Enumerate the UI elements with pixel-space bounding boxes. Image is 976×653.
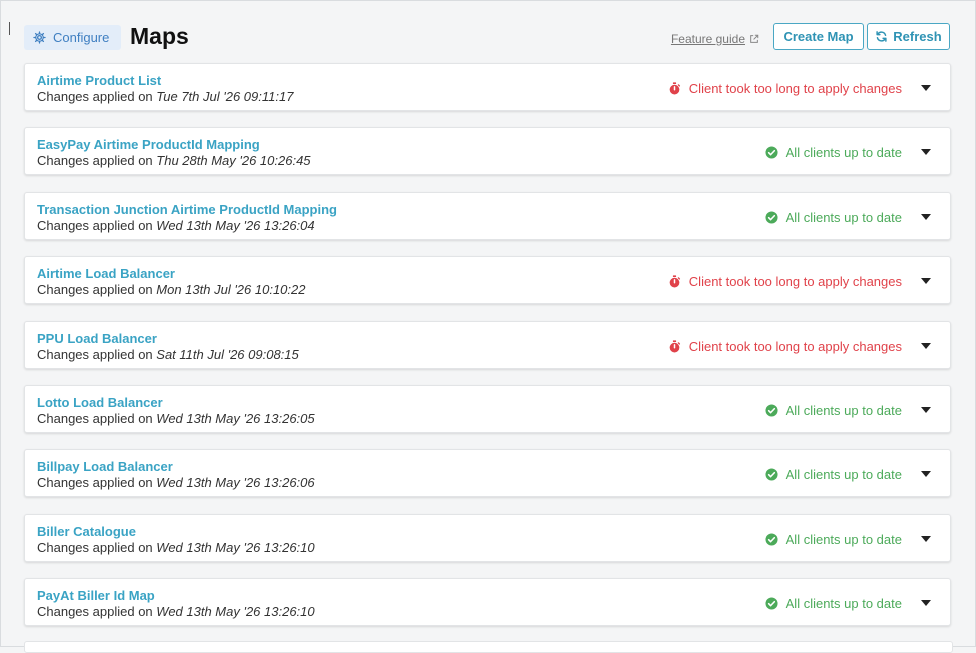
map-status: All clients up to date	[765, 596, 902, 611]
stopwatch-icon	[669, 275, 680, 288]
map-status-text: All clients up to date	[785, 402, 902, 418]
map-name[interactable]: PayAt Biller Id Map	[37, 588, 155, 603]
refresh-button[interactable]: Refresh	[867, 23, 950, 50]
map-status: All clients up to date	[765, 145, 902, 160]
map-date: Wed 13th May '26 13:26:05	[156, 410, 315, 426]
external-link-icon	[750, 34, 759, 43]
caret-down-icon[interactable]	[921, 85, 931, 91]
create-map-button[interactable]: Create Map	[773, 23, 864, 50]
map-card[interactable]: Airtime Load Balancer Changes applied on …	[24, 256, 951, 305]
map-status: All clients up to date	[765, 532, 902, 547]
changes-prefix: Changes applied on	[37, 217, 153, 233]
map-name[interactable]: PPU Load Balancer	[37, 331, 157, 346]
caret-down-icon[interactable]	[921, 213, 931, 220]
text-cursor	[9, 22, 10, 35]
map-status-text: All clients up to date	[785, 145, 902, 161]
caret-down-icon[interactable]	[921, 406, 931, 413]
map-changes-applied: Changes applied on Wed 13th May '26 13:2…	[37, 540, 315, 555]
changes-prefix: Changes applied on	[37, 475, 153, 491]
map-status: Client took too long to apply changes	[668, 274, 902, 289]
map-changes-applied: Changes applied on Wed 13th May '26 13:2…	[37, 411, 315, 426]
map-changes-applied: Changes applied on Wed 13th May '26 13:2…	[37, 475, 315, 490]
map-name[interactable]: Airtime Load Balancer	[37, 266, 175, 281]
map-status-text: All clients up to date	[785, 467, 902, 483]
changes-prefix: Changes applied on	[37, 346, 153, 362]
check-circle-icon	[765, 211, 778, 224]
map-date: Wed 13th May '26 13:26:10	[156, 604, 315, 620]
map-changes-applied: Changes applied on Thu 28th May '26 10:2…	[37, 153, 311, 168]
check-circle-icon	[765, 597, 778, 610]
page-title: Maps	[130, 23, 189, 49]
map-status-text: All clients up to date	[785, 596, 902, 612]
map-card[interactable]: Airtime Product List Changes applied on T…	[24, 63, 951, 111]
map-name[interactable]: Transaction Junction Airtime ProductId M…	[37, 202, 337, 217]
page-header: Configure Maps Feature guide Create Map …	[24, 22, 950, 52]
map-name[interactable]: EasyPay Airtime ProductId Mapping	[37, 137, 260, 152]
map-card[interactable]: EasyPay Airtime ProductId Mapping Changes…	[24, 127, 951, 176]
map-name[interactable]: Lotto Load Balancer	[37, 395, 163, 410]
refresh-icon	[876, 31, 887, 42]
feature-guide-link[interactable]: Feature guide	[671, 32, 759, 46]
map-date: Thu 28th May '26 10:26:45	[156, 153, 311, 169]
map-status: All clients up to date	[765, 467, 902, 482]
map-changes-applied: Changes applied on Wed 13th May '26 13:2…	[37, 218, 315, 233]
caret-down-icon[interactable]	[921, 342, 931, 349]
changes-prefix: Changes applied on	[37, 410, 153, 426]
caret-down-icon[interactable]	[921, 149, 931, 156]
map-status-text: All clients up to date	[785, 209, 902, 225]
map-date: Wed 13th May '26 13:26:06	[156, 475, 315, 491]
changes-prefix: Changes applied on	[37, 282, 153, 298]
map-date: Sat 11th Jul '26 09:08:15	[156, 346, 299, 362]
stopwatch-icon	[669, 339, 680, 353]
map-date: Tue 7th Jul '26 09:11:17	[156, 89, 294, 104]
map-name[interactable]: Biller Catalogue	[37, 524, 136, 539]
map-status: All clients up to date	[765, 210, 902, 225]
map-status-text: Client took too long to apply changes	[688, 338, 902, 354]
map-changes-applied: Changes applied on Tue 7th Jul '26 09:11…	[37, 89, 293, 104]
map-card[interactable]: Lotto Load Balancer Changes applied on We…	[24, 384, 951, 433]
map-card[interactable]: PPU Load Balancer Changes applied on Sat …	[24, 320, 951, 369]
changes-prefix: Changes applied on	[37, 539, 153, 555]
map-date: Wed 13th May '26 13:26:10	[156, 539, 315, 555]
map-date: Mon 13th Jul '26 10:10:22	[156, 282, 306, 298]
caret-down-icon[interactable]	[921, 535, 931, 542]
check-circle-icon	[765, 533, 778, 546]
map-card-partial	[24, 641, 953, 653]
map-card[interactable]: Transaction Junction Airtime ProductId M…	[24, 191, 951, 240]
map-status-text: Client took too long to apply changes	[688, 274, 902, 290]
check-circle-icon	[765, 404, 778, 417]
feature-guide-label: Feature guide	[670, 32, 745, 46]
map-card[interactable]: Biller Catalogue Changes applied on Wed 1…	[24, 513, 951, 562]
map-date: Wed 13th May '26 13:26:04	[156, 217, 315, 233]
map-status-text: All clients up to date	[785, 531, 902, 547]
check-circle-icon	[765, 146, 778, 159]
map-changes-applied: Changes applied on Wed 13th May '26 13:2…	[37, 604, 315, 619]
configure-button[interactable]: Configure	[24, 25, 121, 50]
caret-down-icon[interactable]	[921, 278, 931, 285]
create-map-label: Create Map	[783, 29, 854, 44]
map-status: All clients up to date	[765, 403, 902, 418]
map-card[interactable]: Billpay Load Balancer Changes applied on …	[24, 449, 951, 498]
map-status-text: Client took too long to apply changes	[688, 81, 902, 96]
map-name[interactable]: Billpay Load Balancer	[37, 459, 173, 474]
gear-icon	[33, 31, 46, 44]
changes-prefix: Changes applied on	[37, 89, 153, 104]
check-circle-icon	[765, 468, 778, 481]
configure-label: Configure	[53, 30, 110, 45]
caret-down-icon[interactable]	[921, 471, 931, 478]
stopwatch-icon	[669, 82, 680, 95]
caret-down-icon[interactable]	[921, 600, 931, 607]
map-name[interactable]: Airtime Product List	[37, 73, 161, 88]
changes-prefix: Changes applied on	[37, 153, 153, 169]
changes-prefix: Changes applied on	[37, 604, 153, 620]
map-changes-applied: Changes applied on Sat 11th Jul '26 09:0…	[37, 347, 299, 362]
map-card[interactable]: PayAt Biller Id Map Changes applied on We…	[24, 578, 951, 627]
refresh-label: Refresh	[893, 29, 942, 44]
map-status: Client took too long to apply changes	[668, 339, 902, 354]
map-changes-applied: Changes applied on Mon 13th Jul '26 10:1…	[37, 282, 305, 297]
map-status: Client took too long to apply changes	[668, 81, 902, 96]
map-list: Airtime Product List Changes applied on T…	[24, 63, 951, 643]
